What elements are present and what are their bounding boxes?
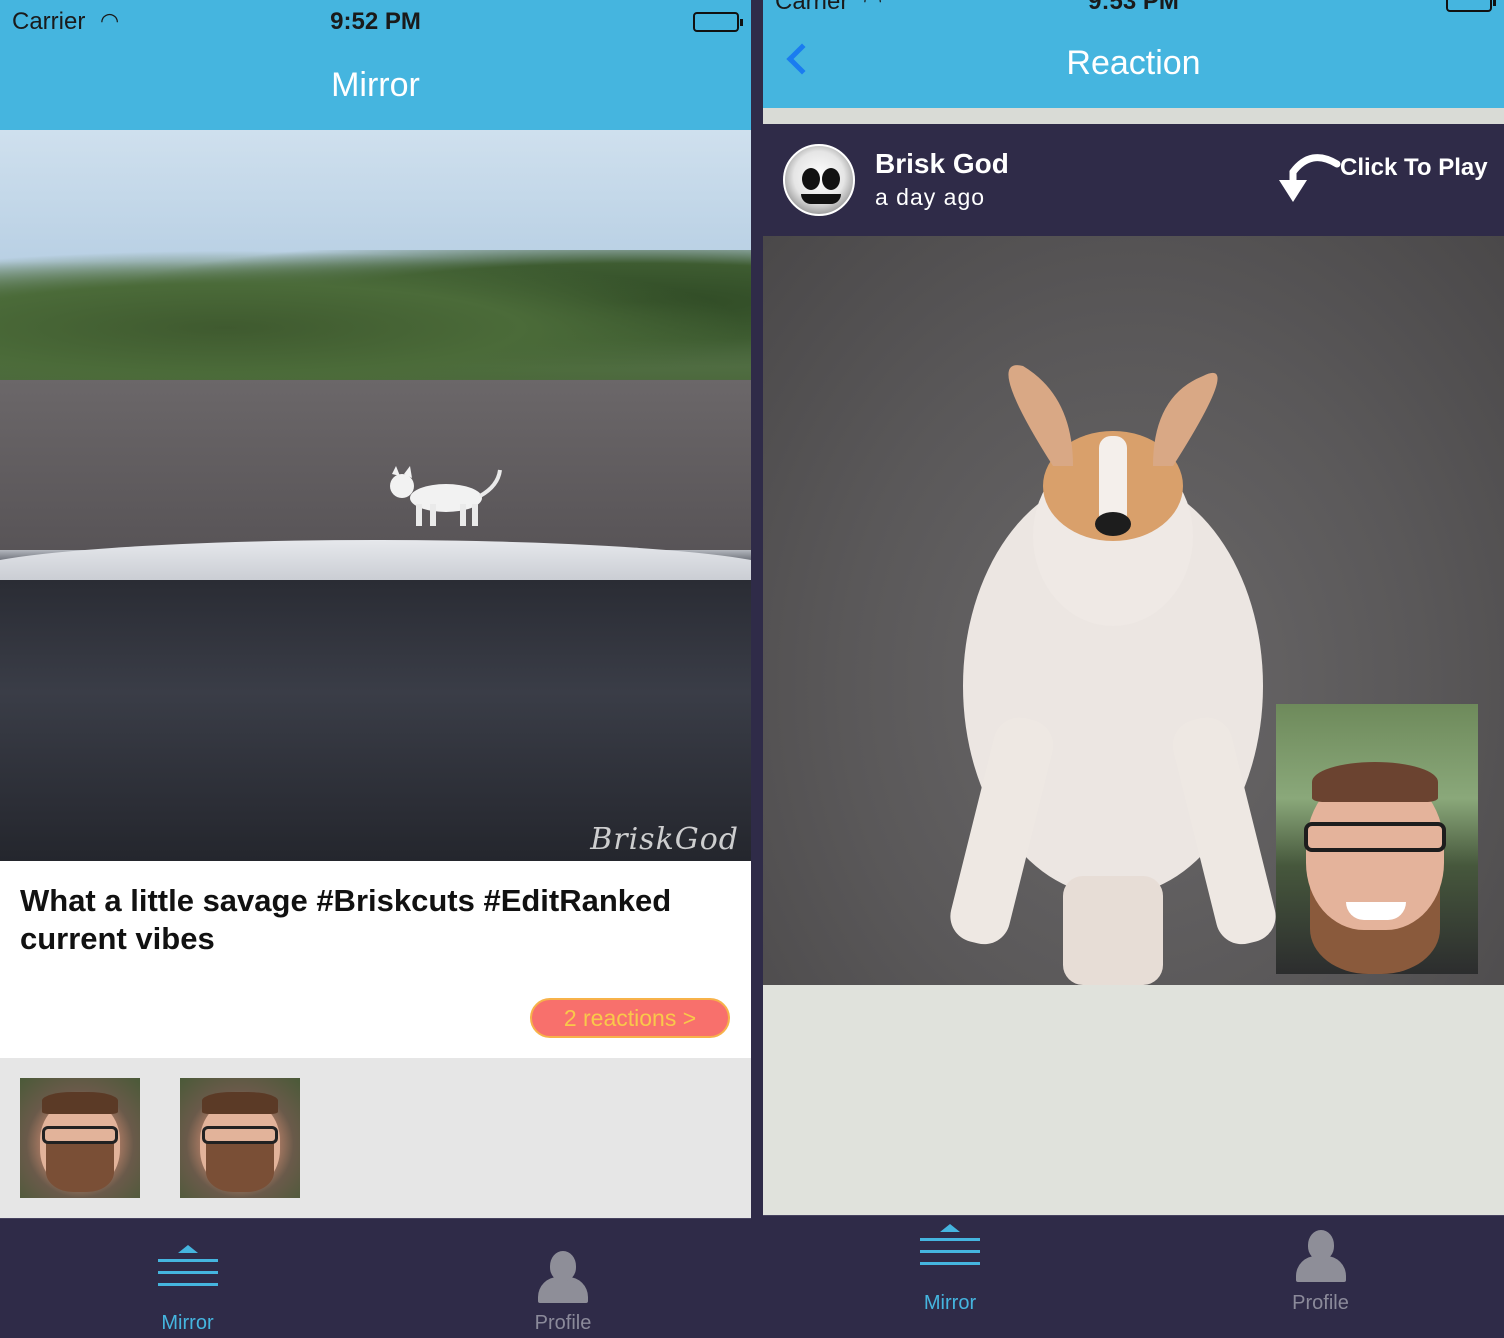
tab-bar: Mirror Profile: [0, 1218, 751, 1338]
status-bar: Carrier ◠ 9:53 PM: [763, 0, 1504, 24]
menu-lines-icon: [157, 1245, 218, 1295]
tab-mirror[interactable]: Mirror: [763, 1216, 1137, 1316]
reaction-camera-preview[interactable]: [1276, 704, 1478, 974]
post-time: a day ago: [875, 184, 986, 210]
tab-mirror[interactable]: Mirror: [0, 1219, 375, 1338]
battery-icon: [693, 12, 743, 32]
header-gap: [763, 108, 1504, 124]
username[interactable]: Brisk God: [875, 148, 1009, 180]
reaction-screen: Carrier ◠ 9:53 PM Reaction Brisk God a d…: [763, 0, 1504, 1316]
nav-bar: Carrier ◠ 9:53 PM Reaction: [763, 0, 1504, 108]
reactions-button[interactable]: 2 reactions >: [530, 998, 730, 1038]
status-time: 9:52 PM: [330, 8, 421, 35]
post-caption: What a little savage #Briskcuts #EditRan…: [20, 883, 672, 956]
battery-icon: [1446, 0, 1496, 12]
reaction-video[interactable]: [763, 236, 1504, 985]
car-dashboard: [0, 580, 751, 861]
post-video[interactable]: BriskGod: [0, 130, 751, 861]
video-scenery: [0, 250, 751, 380]
tab-mirror-label: Mirror: [923, 1292, 977, 1314]
page-title: Reaction: [1066, 44, 1201, 82]
status-bar: Carrier ◠ 9:52 PM: [0, 0, 751, 44]
tab-mirror-label: Mirror: [161, 1312, 214, 1334]
tab-profile[interactable]: Profile: [375, 1219, 751, 1338]
person-icon: [1295, 1230, 1346, 1282]
status-time: 9:53 PM: [1088, 0, 1179, 15]
menu-lines-icon: [920, 1224, 980, 1274]
reaction-thumbnail-strip: [0, 1058, 751, 1218]
page-title: Mirror: [331, 66, 420, 104]
tab-profile[interactable]: Profile: [1137, 1216, 1504, 1316]
tab-bar: Mirror Profile: [763, 1215, 1504, 1316]
nav-bar: Carrier ◠ 9:52 PM Mirror: [0, 0, 751, 130]
person-icon: [538, 1251, 588, 1303]
click-to-play-button[interactable]: Click To Play: [1340, 154, 1488, 182]
tab-profile-label: Profile: [534, 1312, 592, 1334]
video-watermark: BriskGod: [590, 822, 739, 857]
dog-figure: [950, 365, 1276, 985]
avatar[interactable]: [783, 144, 855, 216]
curved-arrow-icon[interactable]: [1271, 152, 1341, 208]
tab-profile-label: Profile: [1292, 1292, 1349, 1314]
small-dog-figure: [390, 466, 502, 526]
reaction-thumbnail[interactable]: [20, 1078, 140, 1198]
mirror-feed-screen: Carrier ◠ 9:52 PM Mirror BriskGod What a…: [0, 0, 751, 1338]
video-road: [0, 380, 751, 550]
post-header: Brisk God a day ago Click To Play: [763, 124, 1504, 236]
reaction-thumbnail[interactable]: [180, 1078, 300, 1198]
screen-divider: [751, 0, 763, 1338]
